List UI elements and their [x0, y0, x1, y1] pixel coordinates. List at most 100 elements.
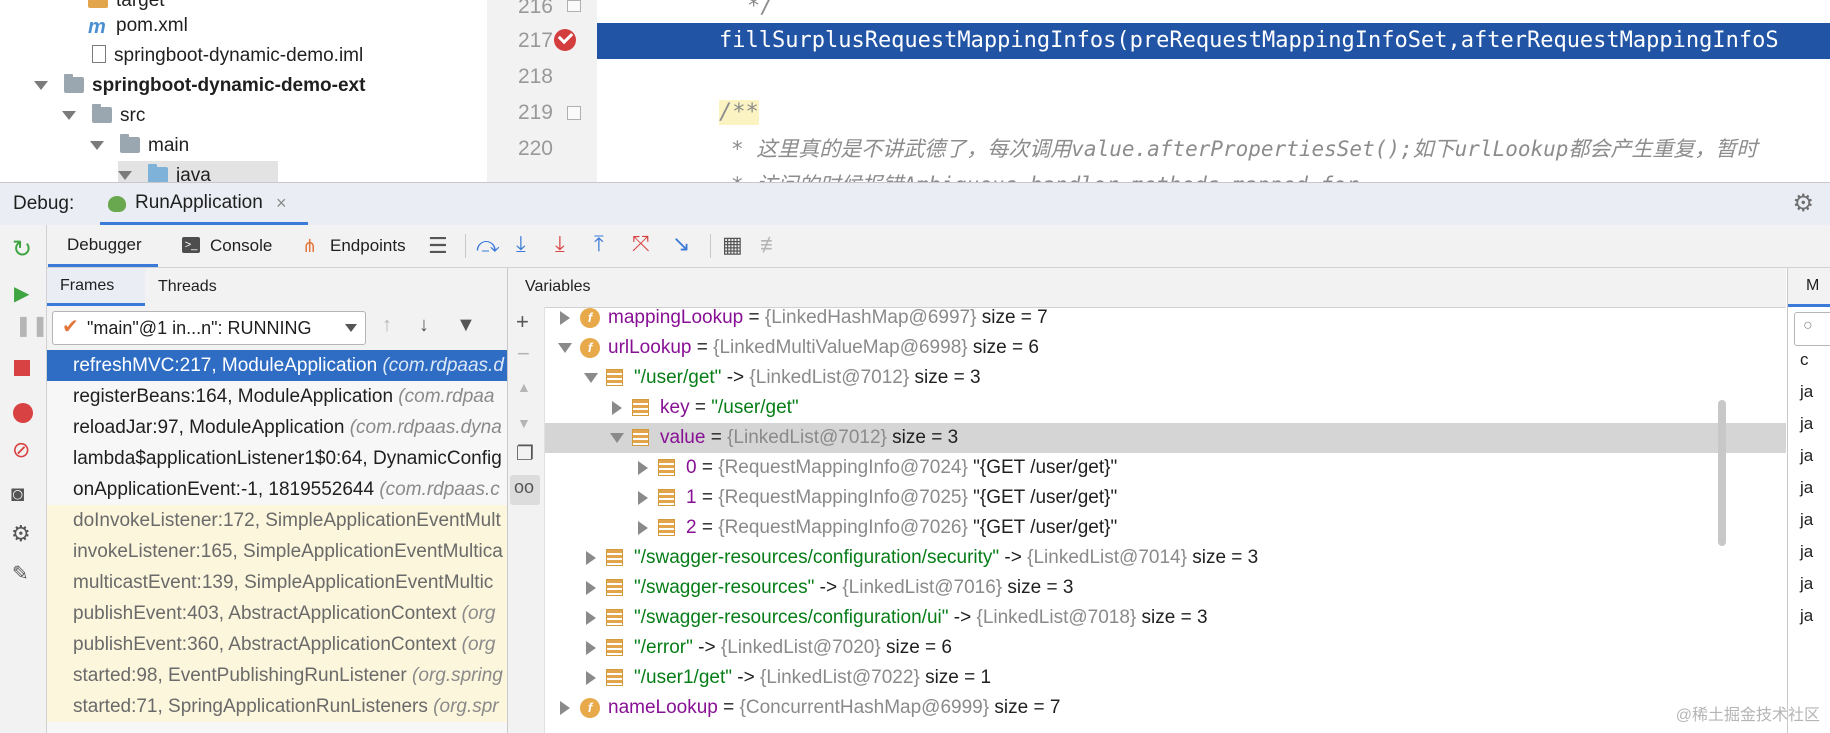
remove-watch-icon[interactable]: − — [517, 341, 530, 367]
rerun-icon[interactable]: ↻ — [12, 235, 32, 264]
tab-memory[interactable]: M — [1788, 268, 1830, 307]
mute-breakpoints-icon[interactable]: ⊘ — [12, 437, 30, 463]
glasses-toggle[interactable]: oo — [510, 475, 540, 505]
thread-selector[interactable]: ✔ "main"@1 in...n": RUNNING — [52, 311, 366, 345]
force-step-into-icon[interactable]: ⤓ — [555, 231, 565, 257]
tree-item-main[interactable]: main — [90, 131, 189, 161]
frame-row[interactable]: registerBeans:164, ModuleApplication (co… — [47, 381, 507, 412]
frame-row[interactable]: publishEvent:403, AbstractApplicationCon… — [47, 598, 507, 629]
arrow-down-icon[interactable]: ↓ — [419, 314, 429, 337]
settings-icon[interactable]: ⚙ — [11, 521, 31, 547]
chevron-right-icon[interactable] — [560, 311, 570, 325]
frame-row[interactable]: started:98, EventPublishingRunListener (… — [47, 660, 507, 691]
variable-row[interactable]: "/user1/get" -> {LinkedList@7022} size =… — [545, 663, 1786, 693]
variable-row[interactable]: "/swagger-resources/configuration/ui" ->… — [545, 603, 1786, 633]
tree-item-iml[interactable]: springboot-dynamic-demo.iml — [92, 41, 363, 71]
chevron-right-icon[interactable] — [586, 641, 596, 655]
chevron-right-icon[interactable] — [586, 611, 596, 625]
memory-row[interactable]: ja — [1800, 606, 1813, 626]
chevron-down-icon[interactable] — [558, 343, 572, 353]
variable-row[interactable]: key = "/user/get" — [545, 393, 1786, 423]
memory-search-input[interactable]: ○ — [1794, 312, 1830, 346]
frame-row[interactable]: invokeListener:165, SimpleApplicationEve… — [47, 536, 507, 567]
chevron-right-icon[interactable] — [638, 461, 648, 475]
add-watch-icon[interactable]: + — [516, 309, 529, 335]
chevron-right-icon[interactable] — [586, 581, 596, 595]
scrollbar-thumb[interactable] — [1718, 400, 1726, 546]
trace-stream-icon[interactable]: ≢ — [760, 232, 782, 258]
variable-row[interactable]: "/swagger-resources/configuration/securi… — [545, 543, 1786, 573]
filter-icon[interactable]: ▼ — [456, 314, 476, 337]
step-out-icon[interactable]: ⤒ — [594, 231, 604, 257]
variable-row[interactable]: "/user/get" -> {LinkedList@7012} size = … — [545, 363, 1786, 393]
memory-row[interactable]: ja — [1800, 478, 1813, 498]
frame-row[interactable]: publishEvent:360, AbstractApplicationCon… — [47, 629, 507, 660]
variable-row[interactable]: 0 = {RequestMappingInfo@7024} "{GET /use… — [545, 453, 1786, 483]
arrow-up-icon[interactable]: ↑ — [382, 314, 392, 337]
step-into-icon[interactable]: ⤓ — [516, 231, 526, 257]
chevron-right-icon[interactable] — [638, 491, 648, 505]
evaluate-expression-icon[interactable]: ▦ — [722, 232, 743, 258]
menu-icon[interactable]: ☰ — [428, 233, 448, 259]
pin-icon[interactable]: ✎ — [12, 561, 29, 586]
frame-row[interactable]: lambda$applicationListener1$0:64, Dynami… — [47, 443, 507, 474]
chevron-right-icon[interactable] — [638, 521, 648, 535]
frame-row[interactable]: refreshMVC:217, ModuleApplication (com.r… — [47, 350, 507, 381]
tab-endpoints[interactable]: ⋔ Endpoints — [300, 225, 420, 267]
variable-row[interactable]: 2 = {RequestMappingInfo@7026} "{GET /use… — [545, 513, 1786, 543]
fold-marker-icon[interactable] — [567, 0, 581, 12]
frame-row[interactable]: doInvokeListener:172, SimpleApplicationE… — [47, 505, 507, 536]
drop-frame-icon[interactable]: ⤧ — [632, 231, 650, 257]
frame-row[interactable]: multicastEvent:139, SimpleApplicationEve… — [47, 567, 507, 598]
tree-item-pom[interactable]: m pom.xml — [88, 11, 188, 41]
chevron-down-icon[interactable] — [62, 111, 76, 120]
copy-icon[interactable]: ❐ — [516, 441, 534, 466]
tree-item-src[interactable]: src — [62, 101, 145, 131]
resume-icon[interactable]: ▶ — [14, 281, 29, 306]
variable-row[interactable]: f nameLookup = {ConcurrentHashMap@6999} s… — [545, 693, 1786, 723]
stop-icon[interactable] — [14, 360, 30, 376]
variable-row[interactable]: value = {LinkedList@7012} size = 3 — [545, 423, 1786, 453]
frame-row[interactable]: onApplicationEvent:-1, 1819552644 (com.r… — [47, 474, 507, 505]
chevron-right-icon[interactable] — [586, 551, 596, 565]
run-to-cursor-icon[interactable]: ↘ — [672, 231, 690, 257]
frame-row[interactable]: reloadJar:97, ModuleApplication (com.rdp… — [47, 412, 507, 443]
tab-threads[interactable]: Threads — [145, 268, 245, 306]
frame-row[interactable]: started:71, SpringApplicationRunListener… — [47, 691, 507, 722]
variable-row[interactable]: "/swagger-resources" -> {LinkedList@7016… — [545, 573, 1786, 603]
gear-icon[interactable]: ⚙ — [1792, 190, 1814, 218]
step-over-icon[interactable]: ⤼ — [476, 232, 500, 258]
chevron-right-icon[interactable] — [586, 671, 596, 685]
move-up-icon[interactable]: ▲ — [517, 379, 531, 395]
tab-frames[interactable]: Frames — [47, 268, 145, 306]
chevron-down-icon[interactable] — [118, 171, 132, 180]
breakpoint-icon[interactable] — [554, 28, 576, 51]
chevron-down-icon[interactable] — [90, 141, 104, 150]
variable-row[interactable]: f mappingLookup = {LinkedHashMap@6997} si… — [545, 303, 1786, 333]
move-down-icon[interactable]: ▼ — [517, 415, 531, 431]
memory-row[interactable]: ja — [1800, 382, 1813, 402]
chevron-right-icon[interactable] — [612, 401, 622, 415]
code-editor[interactable]: */ fillSurplusRequestMappingInfos(preReq… — [597, 0, 1830, 182]
tab-console[interactable]: >_ Console — [180, 225, 280, 267]
tab-debugger[interactable]: Debugger — [48, 225, 158, 267]
tree-item-java[interactable]: java — [118, 161, 278, 182]
chevron-down-icon[interactable] — [584, 373, 598, 383]
pause-icon[interactable]: ❚❚ — [15, 313, 49, 338]
memory-row[interactable]: ja — [1800, 414, 1813, 434]
memory-row[interactable]: c — [1800, 350, 1809, 370]
close-icon[interactable]: × — [276, 183, 287, 223]
chevron-down-icon[interactable] — [34, 81, 48, 90]
variable-row[interactable]: 1 = {RequestMappingInfo@7025} "{GET /use… — [545, 483, 1786, 513]
camera-icon[interactable]: ◙ — [11, 481, 24, 507]
fold-marker-icon[interactable] — [567, 106, 581, 120]
variable-row[interactable]: "/error" -> {LinkedList@7020} size = 6 — [545, 633, 1786, 663]
run-session-tab[interactable]: RunApplication × — [100, 183, 308, 225]
chevron-right-icon[interactable] — [560, 701, 570, 715]
chevron-down-icon[interactable] — [610, 433, 624, 443]
memory-row[interactable]: ja — [1800, 542, 1813, 562]
tree-item-module[interactable]: springboot-dynamic-demo-ext — [34, 71, 365, 101]
variable-row[interactable]: f urlLookup = {LinkedMultiValueMap@6998} … — [545, 333, 1786, 363]
view-breakpoints-icon[interactable] — [13, 403, 33, 423]
memory-row[interactable]: ja — [1800, 574, 1813, 594]
